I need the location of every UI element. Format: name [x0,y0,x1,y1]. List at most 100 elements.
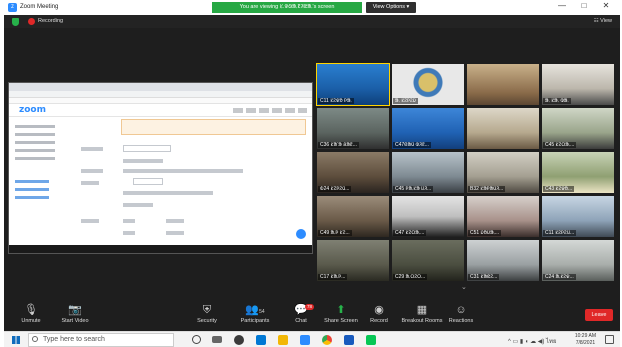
participant-tile[interactable]: C36 ᱥᱟᱸᱟ ᱪᱟᱱ... [317,108,389,149]
word-icon[interactable] [344,335,354,345]
participant-name: C43 ᱥᱮᱫᱚ... [543,186,575,192]
leave-button[interactable]: Leave [585,309,613,321]
participant-name: C47ᱜᱟᱢ ᱵᱤᱱ... [393,142,431,148]
participant-tile[interactable] [467,64,539,105]
participants-button[interactable]: 👥54 Participants [232,303,278,324]
breakout-rooms-label: Breakout Rooms [401,318,443,324]
notification-icon[interactable] [605,335,614,344]
reactions-button[interactable]: ☺ Reactions [438,303,484,324]
taskbar-search-input[interactable]: Type here to search [28,333,174,347]
minimize-button[interactable]: — [552,1,572,10]
file-explorer-icon[interactable] [278,335,288,345]
browser-tab-strip [9,83,312,91]
windows-start-icon[interactable] [12,336,20,344]
participant-name: C31 ᱥᱟᱭᱮ... [468,274,500,280]
shared-settings-form [81,119,306,239]
participants-icon: 👥54 [245,304,265,316]
view-options-button[interactable]: View Options ▾ [366,2,416,13]
shared-taskbar [9,245,312,253]
meeting-subbar: Recording ☷ View [4,15,620,28]
windows-taskbar: Type here to search ^ ▭ ▮ ◖ ☁ ◀) ไทย 10:… [4,331,620,347]
zoom-window: z Zoom Meeting You are viewing ᱥ.ᱫᱷᱟᱹᱱᱤᱭ… [4,0,620,347]
unmute-button[interactable]: 🎙 Unmute [8,303,54,324]
search-icon [32,336,38,342]
title-bar: z Zoom Meeting You are viewing ᱥ.ᱫᱷᱟᱹᱱᱤᱭ… [4,0,620,15]
maximize-button[interactable]: □ [574,1,594,10]
cortana-icon[interactable] [192,335,201,344]
gallery-next-page-chevron-icon[interactable]: ⌄ [461,283,467,291]
participant-tile[interactable]: C31 ᱥᱟᱭᱮ... [467,240,539,281]
participant-name: ᱟᱹ ᱥᱮᱞᱮᱡ [393,98,418,104]
start-video-button[interactable]: 📷 Start Video [52,303,98,324]
participant-tile[interactable]: C49 ᱟᱹᱞ ᱥᱮ... [317,196,389,237]
shared-sidebar [15,120,67,220]
security-button[interactable]: ⛨ Security [184,303,230,324]
participant-name: ᱟᱹ ᱥᱟᱹ ᱵᱟᱹ [543,98,571,104]
taskbar-clock[interactable]: 10:29 AM 7/8/2021 [575,333,596,347]
system-tray[interactable]: ^ ▭ ▮ ◖ ☁ ◀) ไทย [508,336,557,346]
participant-tile[interactable]: ᱵ24 ᱥᱮᱞᱮᱢ... [317,152,389,193]
participant-tile[interactable]: C45 ᱞᱟᱹᱥᱟ ᱡᱤ... [392,152,464,193]
participant-name: C45 ᱞᱟᱹᱥᱟ ᱡᱤ... [393,186,434,192]
participant-tile[interactable]: C11 ᱥᱮᱫᱚ ᱞᱟᱹ [316,63,390,106]
participants-count: 54 [259,309,265,315]
participant-tile[interactable]: C45 ᱥᱮᱛᱟᱹ... [542,108,614,149]
zoom-taskbar-icon[interactable] [300,335,310,345]
shared-screen[interactable]: zoom [8,82,313,254]
task-view-icon[interactable] [212,336,222,343]
participant-tile[interactable]: B32 ᱥᱟᱞᱟᱢᱤ... [467,152,539,193]
reactions-icon: ☺ [455,304,467,316]
record-label: Record [370,318,388,324]
participant-name: ᱵ24 ᱥᱮᱞᱮᱢ... [318,186,352,192]
clock-time: 10:29 AM [574,333,596,339]
participant-tile[interactable]: C43 ᱥᱮᱫᱚ... [542,152,614,193]
participant-tile[interactable]: C17 ᱥᱟᱹᱞ... [317,240,389,281]
chat-unread-badge: 78 [305,304,315,310]
viewing-share-banner: You are viewing ᱥ.ᱫᱷᱟᱹᱱᱤᱭᱟᱹ's screen [212,2,362,13]
participant-tile[interactable]: C47ᱜᱟᱢ ᱵᱤᱱ... [392,108,464,149]
participant-name: C45 ᱥᱮᱛᱟᱹ... [543,142,577,148]
participant-tile[interactable]: C29 ᱟᱹᱛᱮᱛ... [392,240,464,281]
shared-floating-button [296,229,306,239]
participant-tile[interactable]: C47 ᱥᱮᱛᱟᱹ... [392,196,464,237]
chrome-icon[interactable] [322,335,332,345]
participant-tile[interactable]: C51 ᱡᱚᱡᱟᱹ... [467,196,539,237]
app-icon[interactable] [234,335,244,345]
search-placeholder: Type here to search [43,336,105,343]
participant-name: C47 ᱥᱮᱛᱟᱹ... [393,230,427,236]
shared-top-nav [233,108,307,113]
unmute-label: Unmute [21,318,41,324]
participant-name: C51 ᱡᱚᱡᱟᱹ... [468,230,502,236]
chat-label: Chat [295,318,307,324]
participant-tile[interactable]: ᱟᱹ ᱥᱮᱞᱮᱡ [392,64,464,105]
recording-dot-icon [28,18,35,25]
participants-label: Participants [240,318,270,324]
participant-name: C11 ᱥᱮᱫᱚ ᱞᱟᱹ [318,98,354,104]
view-button[interactable]: ☷ View [594,18,612,24]
share-screen-label: Share Screen [324,318,358,324]
participant-gallery: C11 ᱥᱮᱫᱚ ᱞᱟᱹ ᱟᱹ ᱥᱮᱞᱮᱡ ᱟᱹ ᱥᱟᱹ ᱵᱟᱹ C36 ᱥᱟᱸ… [316,63,620,281]
participant-tile[interactable]: C11 ᱥᱮᱞᱮᱢ... [542,196,614,237]
security-label: Security [197,318,217,324]
participant-name: C29 ᱟᱹᱛᱮᱛ... [393,274,428,280]
browser-address-bar [9,91,312,98]
close-button[interactable]: ✕ [596,1,616,10]
participant-name: C24 ᱟᱹᱥᱮᱫ... [543,274,576,280]
line-icon[interactable] [366,335,376,345]
camera-off-icon: 📷 [68,304,82,316]
edge-icon[interactable] [256,335,266,345]
shared-zoom-header: zoom [9,104,312,117]
shared-notice-box [121,119,306,135]
window-title: Zoom Meeting [20,4,59,10]
shield-icon: ⛨ [202,304,212,316]
meeting-toolbar: 🎙 Unmute 📷 Start Video ⛨ Security 👥54 Pa… [4,300,620,331]
participant-tile[interactable]: ᱟᱹ ᱥᱟᱹ ᱵᱟᱹ [542,64,614,105]
language-indicator: ไทย [546,339,557,345]
participant-name: C36 ᱥᱟᱸᱟ ᱪᱟᱱ... [318,142,359,148]
participant-name: C11 ᱥᱮᱞᱮᱢ... [543,230,577,236]
participant-tile[interactable]: C24 ᱟᱹᱥᱮᱫ... [542,240,614,281]
reactions-label: Reactions [448,318,474,324]
participant-name: C17 ᱥᱟᱹᱞ... [318,274,348,280]
participant-tile[interactable] [467,108,539,149]
security-shield-icon[interactable] [12,18,19,26]
